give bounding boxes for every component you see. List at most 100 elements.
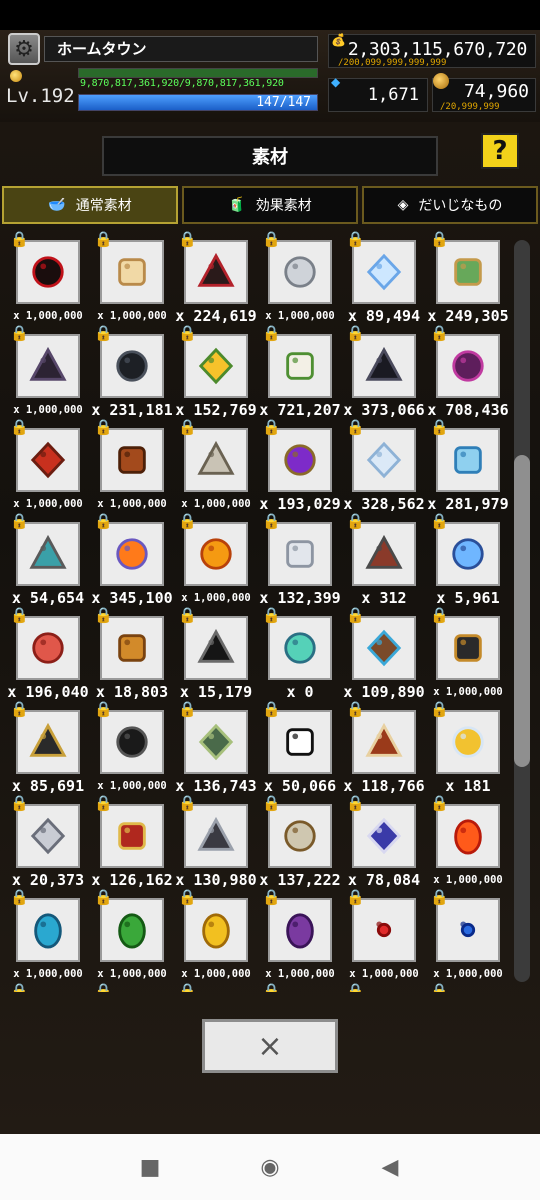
item-cell[interactable]: 🔒 <box>426 982 510 992</box>
lock-icon[interactable]: 🔒 <box>346 418 365 436</box>
item-cell[interactable]: 🔒 x 1,000,000 <box>426 888 510 982</box>
lock-icon[interactable]: 🔒 <box>262 794 281 812</box>
item-cell[interactable]: 🔒 x 193,029 <box>258 418 342 513</box>
item-tile[interactable] <box>16 804 80 868</box>
lock-icon[interactable]: 🔒 <box>94 982 113 992</box>
item-cell[interactable]: 🔒 x 20,373 <box>6 794 90 889</box>
item-tile[interactable] <box>184 240 248 304</box>
item-cell[interactable]: 🔒 x 1,000,000 <box>90 888 174 982</box>
lock-icon[interactable]: 🔒 <box>94 230 113 248</box>
item-tile[interactable] <box>436 898 500 962</box>
item-tile[interactable] <box>100 898 164 962</box>
item-cell[interactable]: 🔒 <box>6 982 90 992</box>
item-cell[interactable]: 🔒 x 312 <box>342 512 426 607</box>
item-cell[interactable]: 🔒 x 345,100 <box>90 512 174 607</box>
item-cell[interactable]: 🔒 x 109,890 <box>342 606 426 701</box>
lock-icon[interactable]: 🔒 <box>94 418 113 436</box>
lock-icon[interactable]: 🔒 <box>94 512 113 530</box>
item-cell[interactable]: 🔒 x 1,000,000 <box>174 418 258 512</box>
item-cell[interactable]: 🔒 x 328,562 <box>342 418 426 513</box>
lock-icon[interactable]: 🔒 <box>10 418 29 436</box>
lock-icon[interactable]: 🔒 <box>346 606 365 624</box>
lock-icon[interactable]: 🔒 <box>178 982 197 992</box>
lock-icon[interactable]: 🔒 <box>262 700 281 718</box>
item-cell[interactable]: 🔒 x 196,040 <box>6 606 90 701</box>
lock-icon[interactable]: 🔒 <box>430 794 449 812</box>
item-cell[interactable]: 🔒 x 130,980 <box>174 794 258 889</box>
lock-icon[interactable]: 🔒 <box>178 606 197 624</box>
lock-icon[interactable]: 🔒 <box>346 512 365 530</box>
item-tile[interactable] <box>268 710 332 774</box>
item-tile[interactable] <box>436 616 500 680</box>
home-circle-icon[interactable]: ◉ <box>250 1155 290 1180</box>
item-tile[interactable] <box>100 804 164 868</box>
lock-icon[interactable]: 🔒 <box>94 606 113 624</box>
lock-icon[interactable]: 🔒 <box>94 794 113 812</box>
item-cell[interactable]: 🔒 x 1,000,000 <box>426 606 510 700</box>
lock-icon[interactable]: 🔒 <box>178 230 197 248</box>
item-tile[interactable] <box>184 710 248 774</box>
lock-icon[interactable]: 🔒 <box>10 512 29 530</box>
help-button[interactable]: ? <box>481 133 519 169</box>
back-triangle-icon[interactable]: ◀ <box>370 1155 410 1180</box>
item-cell[interactable]: 🔒 x 1,000,000 <box>258 230 342 324</box>
item-tile[interactable] <box>352 804 416 868</box>
item-cell[interactable]: 🔒 x 1,000,000 <box>90 700 174 794</box>
item-tile[interactable] <box>100 616 164 680</box>
lock-icon[interactable]: 🔒 <box>94 324 113 342</box>
item-tile[interactable] <box>352 522 416 586</box>
lock-icon[interactable]: 🔒 <box>10 700 29 718</box>
item-cell[interactable]: 🔒 x 1,000,000 <box>6 418 90 512</box>
lock-icon[interactable]: 🔒 <box>10 982 29 992</box>
lock-icon[interactable]: 🔒 <box>346 230 365 248</box>
item-cell[interactable]: 🔒 x 1,000,000 <box>6 230 90 324</box>
lock-icon[interactable]: 🔒 <box>10 606 29 624</box>
item-tile[interactable] <box>268 898 332 962</box>
item-tile[interactable] <box>436 240 500 304</box>
lock-icon[interactable]: 🔒 <box>430 888 449 906</box>
item-cell[interactable]: 🔒 x 224,619 <box>174 230 258 325</box>
item-tile[interactable] <box>268 334 332 398</box>
item-cell[interactable]: 🔒 x 373,066 <box>342 324 426 419</box>
item-tile[interactable] <box>268 240 332 304</box>
item-cell[interactable]: 🔒 x 281,979 <box>426 418 510 513</box>
item-cell[interactable]: 🔒 x 1,000,000 <box>342 888 426 982</box>
lock-icon[interactable]: 🔒 <box>346 794 365 812</box>
item-cell[interactable]: 🔒 x 1,000,000 <box>90 418 174 512</box>
item-cell[interactable]: 🔒 x 50,066 <box>258 700 342 795</box>
item-tile[interactable] <box>16 334 80 398</box>
lock-icon[interactable]: 🔒 <box>178 512 197 530</box>
tab-0[interactable]: 🥣 通常素材 <box>2 186 178 224</box>
lock-icon[interactable]: 🔒 <box>346 982 365 992</box>
item-tile[interactable] <box>352 898 416 962</box>
lock-icon[interactable]: 🔒 <box>10 324 29 342</box>
item-tile[interactable] <box>100 334 164 398</box>
tab-2[interactable]: ◈ だいじなもの <box>362 186 538 224</box>
item-cell[interactable]: 🔒 x 1,000,000 <box>426 794 510 888</box>
lock-icon[interactable]: 🔒 <box>10 794 29 812</box>
item-tile[interactable] <box>352 428 416 492</box>
item-cell[interactable]: 🔒 x 1,000,000 <box>6 888 90 982</box>
item-tile[interactable] <box>352 710 416 774</box>
lock-icon[interactable]: 🔒 <box>262 888 281 906</box>
item-cell[interactable]: 🔒 x 1,000,000 <box>174 512 258 606</box>
tab-1[interactable]: 🧃 効果素材 <box>182 186 358 224</box>
recents-square-icon[interactable]: ■ <box>130 1155 170 1180</box>
lock-icon[interactable]: 🔒 <box>262 230 281 248</box>
item-cell[interactable]: 🔒 x 126,162 <box>90 794 174 889</box>
item-cell[interactable]: 🔒 x 54,654 <box>6 512 90 607</box>
lock-icon[interactable]: 🔒 <box>430 418 449 436</box>
item-tile[interactable] <box>268 428 332 492</box>
scrollbar-thumb[interactable] <box>514 455 530 767</box>
item-tile[interactable] <box>184 334 248 398</box>
lock-icon[interactable]: 🔒 <box>430 606 449 624</box>
item-tile[interactable] <box>268 804 332 868</box>
item-tile[interactable] <box>352 334 416 398</box>
item-cell[interactable]: 🔒 x 249,305 <box>426 230 510 325</box>
item-tile[interactable] <box>184 804 248 868</box>
item-tile[interactable] <box>184 522 248 586</box>
item-cell[interactable]: 🔒 x 89,494 <box>342 230 426 325</box>
item-tile[interactable] <box>100 240 164 304</box>
item-cell[interactable]: 🔒 x 1,000,000 <box>174 888 258 982</box>
lock-icon[interactable]: 🔒 <box>178 794 197 812</box>
